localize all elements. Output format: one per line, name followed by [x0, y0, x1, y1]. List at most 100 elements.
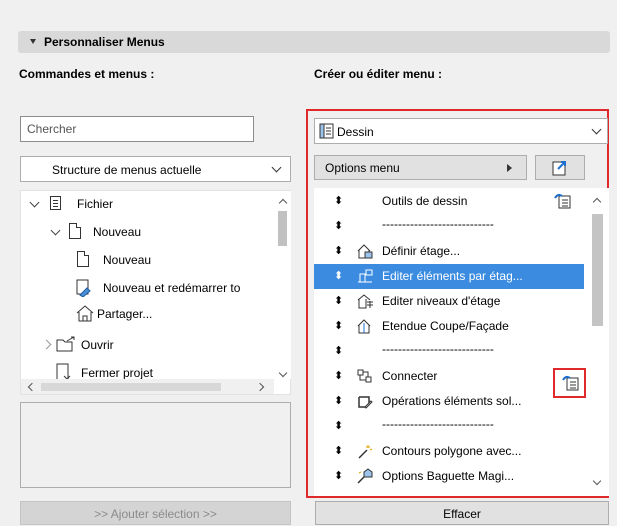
section-range-icon: [357, 319, 371, 334]
share-house-icon: [76, 305, 94, 322]
submenu-icon: [554, 193, 571, 209]
tree-vertical-scrollbar[interactable]: [274, 191, 291, 379]
drag-handle-icon[interactable]: ⬍: [334, 294, 343, 308]
menu-item-operations[interactable]: ⬍ Opérations éléments sol...: [314, 389, 584, 414]
menu-item-label: Outils de dessin: [382, 194, 468, 208]
tree-item-label: Ouvrir: [81, 338, 114, 352]
menu-item-editer-elements[interactable]: ⬍ Editer éléments par étag...: [314, 264, 584, 289]
menu-item-label: Définir étage...: [382, 244, 461, 258]
scroll-left-icon[interactable]: [27, 382, 37, 392]
scroll-thumb[interactable]: [592, 214, 603, 326]
tree-item-ouvrir[interactable]: Ouvrir: [21, 334, 271, 356]
options-menu-label: Options menu: [325, 161, 400, 175]
menu-item-label: Connecter: [382, 369, 438, 383]
scroll-up-icon[interactable]: [592, 197, 602, 207]
solid-ops-icon: [358, 396, 373, 409]
left-heading: Commandes et menus :: [19, 67, 155, 81]
menu-item-options-baguette[interactable]: ⬍ Options Baguette Magi...: [314, 464, 584, 489]
drag-handle-icon[interactable]: ⬍: [334, 244, 343, 258]
drag-handle-icon[interactable]: ⬍: [334, 344, 343, 358]
collapse-chevron-icon[interactable]: [41, 339, 52, 350]
scroll-right-icon[interactable]: [255, 382, 265, 392]
expand-chevron-icon[interactable]: [50, 225, 61, 236]
menu-items-list[interactable]: ⬍ Outils de dessin ⬍ -------------------…: [314, 188, 609, 496]
scroll-down-icon[interactable]: [592, 476, 602, 486]
connect-icon: [357, 369, 372, 383]
menu-list-scrollbar[interactable]: [587, 188, 607, 496]
menu-item-label: Etendue Coupe/Façade: [382, 319, 509, 333]
tree-item-nouveau-redemarrer[interactable]: Nouveau et redémarrer to: [21, 277, 271, 299]
tree-item-label: Nouveau et redémarrer to: [103, 281, 241, 295]
menu-item-editer-niveaux[interactable]: ⬍ Editer niveaux d'étage: [314, 289, 584, 314]
menu-item-contours[interactable]: ⬍ Contours polygone avec...: [314, 439, 584, 464]
magic-wand-icon: [358, 445, 373, 459]
edit-by-story-icon: [358, 269, 373, 283]
scroll-down-icon[interactable]: [278, 368, 288, 378]
menu-item-label: Options Baguette Magi...: [382, 469, 515, 483]
commands-tree[interactable]: Fichier Nouveau Nouveau Nouveau et redém…: [20, 190, 291, 395]
menu-item-definir-etage[interactable]: ⬍ Définir étage...: [314, 239, 584, 264]
menu-item-label: ----------------------------: [382, 217, 494, 231]
menu-list-icon: [319, 123, 334, 139]
magic-wand-options-icon: [357, 468, 373, 484]
info-panel: [20, 402, 291, 488]
horizontal-scroll-thumb[interactable]: [41, 383, 221, 391]
tree-horizontal-scrollbar[interactable]: [21, 379, 274, 394]
menu-item-connecter[interactable]: ⬍ Connecter: [314, 364, 584, 389]
menu-item-etendue[interactable]: ⬍ Etendue Coupe/Façade: [314, 314, 584, 339]
menu-separator[interactable]: ⬍ ----------------------------: [314, 339, 584, 364]
document-icon: [77, 251, 89, 267]
drag-handle-icon[interactable]: ⬍: [334, 319, 343, 333]
new-restart-icon: [76, 279, 91, 297]
menu-item-label: Opérations éléments sol...: [382, 394, 522, 408]
tree-item-label: Fermer projet: [81, 366, 154, 380]
drag-handle-icon[interactable]: ⬍: [334, 219, 343, 233]
menu-separator[interactable]: ⬍ ----------------------------: [314, 214, 584, 239]
menu-structure-select[interactable]: Structure de menus actuelle: [20, 156, 291, 182]
chevron-down-icon: [271, 162, 282, 173]
menu-select-value: Dessin: [337, 125, 374, 139]
menu-item-label: ----------------------------: [382, 417, 494, 431]
story-levels-icon: [357, 294, 373, 309]
add-selection-button[interactable]: >> Ajouter sélection >>: [20, 501, 291, 525]
drag-handle-icon[interactable]: ⬍: [334, 194, 343, 208]
tree-item-fichier[interactable]: Fichier: [21, 193, 271, 215]
menu-item-label: ----------------------------: [382, 342, 494, 356]
menu-structure-value: Structure de menus actuelle: [52, 163, 202, 177]
document-icon: [69, 223, 81, 239]
search-input[interactable]: Chercher: [20, 116, 254, 142]
submenu-marker-frame[interactable]: [553, 368, 586, 398]
drag-handle-icon[interactable]: ⬍: [334, 419, 343, 433]
clear-button[interactable]: Effacer: [315, 501, 609, 525]
chevron-down-icon: [591, 124, 602, 135]
menu-separator[interactable]: ⬍ ----------------------------: [314, 414, 584, 439]
drag-handle-icon[interactable]: ⬍: [334, 469, 343, 483]
submenu-icon: [562, 375, 579, 391]
options-menu-button[interactable]: Options menu: [314, 155, 527, 180]
scroll-thumb[interactable]: [278, 211, 287, 246]
drag-handle-icon[interactable]: ⬍: [334, 369, 343, 383]
scroll-up-icon[interactable]: [278, 198, 288, 208]
tree-item-label: Partager...: [97, 307, 153, 321]
menu-item-outils-de-dessin[interactable]: ⬍ Outils de dessin: [314, 189, 584, 214]
collapse-triangle-icon: [30, 39, 36, 44]
tree-item-partager[interactable]: Partager...: [21, 303, 271, 325]
export-menu-button[interactable]: [535, 155, 585, 180]
menu-select[interactable]: Dessin: [314, 118, 608, 144]
tree-item-label: Nouveau: [93, 225, 142, 239]
submenu-arrow-icon: [507, 164, 512, 172]
right-heading: Créer ou éditer menu :: [314, 67, 443, 81]
menu-item-label: Contours polygone avec...: [382, 444, 522, 458]
expand-chevron-icon[interactable]: [29, 197, 40, 208]
tree-item-nouveau-cmd[interactable]: Nouveau: [21, 249, 271, 271]
tree-item-label: Nouveau: [103, 253, 152, 267]
tree-item-nouveau[interactable]: Nouveau: [21, 221, 271, 243]
menu-item-label: Editer niveaux d'étage: [382, 294, 501, 308]
section-header[interactable]: Personnaliser Menus: [18, 31, 610, 53]
define-story-icon: [357, 244, 373, 259]
document-list-icon: [50, 196, 61, 210]
drag-handle-icon[interactable]: ⬍: [334, 444, 343, 458]
menu-item-label: Editer éléments par étag...: [382, 269, 523, 283]
drag-handle-icon[interactable]: ⬍: [334, 269, 343, 283]
drag-handle-icon[interactable]: ⬍: [334, 394, 343, 408]
